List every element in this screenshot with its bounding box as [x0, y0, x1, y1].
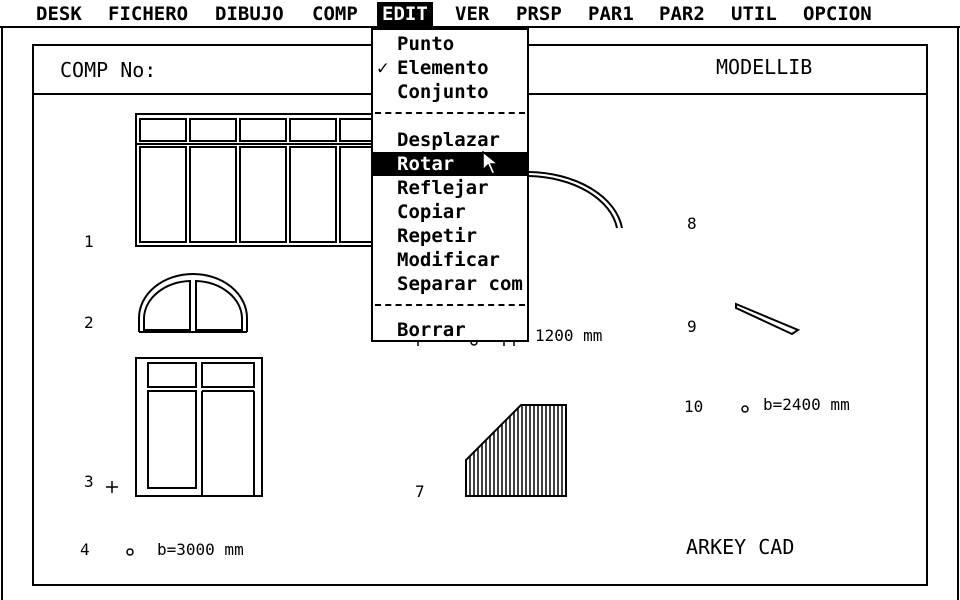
menu-item-reflejar-label: Reflejar — [397, 177, 489, 199]
menu-item-desplazar[interactable]: Desplazar — [373, 128, 527, 152]
menu-item-modificar-label: Modificar — [397, 249, 500, 271]
menu-item-desplazar-label: Desplazar — [397, 129, 500, 151]
menu-dibujo[interactable]: DIBUJO — [210, 2, 289, 26]
menu-item-conjunto-label: Conjunto — [397, 81, 489, 103]
menu-item-rotar-label: Rotar — [397, 153, 455, 175]
menu-item-elemento-label: Elemento — [397, 57, 489, 79]
menu-par1[interactable]: PAR1 — [583, 2, 639, 26]
menu-item-reflejar[interactable]: Reflejar — [373, 176, 527, 200]
menu-item-modificar[interactable]: Modificar — [373, 248, 527, 272]
menu-separator — [375, 304, 525, 306]
menu-util[interactable]: UTIL — [726, 2, 782, 26]
component-number-10: 10 — [684, 397, 704, 416]
menu-edit[interactable]: EDIT — [377, 2, 433, 26]
component-number-4: 4 — [80, 540, 90, 559]
brand-label: ARKEY CAD — [686, 535, 795, 559]
menu-item-elemento[interactable]: ✓ Elemento — [373, 56, 527, 80]
menu-item-copiar-label: Copiar — [397, 201, 466, 223]
component-4-dimension: b=3000 mm — [157, 540, 244, 559]
mouse-pointer-icon — [482, 151, 501, 175]
menu-item-rotar[interactable]: Rotar — [373, 152, 527, 176]
menu-prsp[interactable]: PRSP — [511, 2, 567, 26]
checkmark-icon: ✓ — [377, 57, 389, 79]
component-10-dimension: b=2400 mm — [763, 395, 850, 414]
menu-fichero[interactable]: FICHERO — [103, 2, 193, 26]
menu-comp[interactable]: COMP — [307, 2, 363, 26]
menu-item-repetir-label: Repetir — [397, 225, 478, 247]
menu-item-separar[interactable]: Separar com — [373, 272, 527, 296]
component-6-dimension: 1200 mm — [535, 326, 603, 345]
menu-item-copiar[interactable]: Copiar — [373, 200, 527, 224]
library-name: MODELLIB — [716, 55, 813, 79]
menu-ver[interactable]: VER — [450, 2, 494, 26]
menu-bar: DESK FICHERO DIBUJO COMP EDIT VER PRSP P… — [0, 0, 960, 28]
component-number-9: 9 — [687, 317, 697, 336]
menu-item-conjunto[interactable]: Conjunto — [373, 80, 527, 104]
component-number-2: 2 — [84, 313, 94, 332]
menu-par2[interactable]: PAR2 — [654, 2, 710, 26]
menu-opcion[interactable]: OPCION — [798, 2, 877, 26]
menu-item-separar-label: Separar com — [397, 273, 523, 295]
edit-dropdown-menu: Punto ✓ Elemento Conjunto Desplazar Rotar… — [371, 28, 529, 342]
menu-separator — [375, 112, 525, 114]
menu-item-punto-label: Punto — [397, 33, 455, 55]
component-number-7: 7 — [415, 482, 425, 501]
menu-item-repetir[interactable]: Repetir — [373, 224, 527, 248]
component-number-1: 1 — [84, 232, 94, 251]
menu-item-punto[interactable]: Punto — [373, 32, 527, 56]
menu-item-borrar-label: Borrar — [397, 319, 466, 341]
menu-desk[interactable]: DESK — [31, 2, 87, 26]
comp-number-label: COMP No: — [60, 58, 157, 82]
menu-item-borrar[interactable]: Borrar — [373, 318, 527, 342]
component-number-3: 3 — [84, 472, 94, 491]
component-number-8: 8 — [687, 214, 697, 233]
